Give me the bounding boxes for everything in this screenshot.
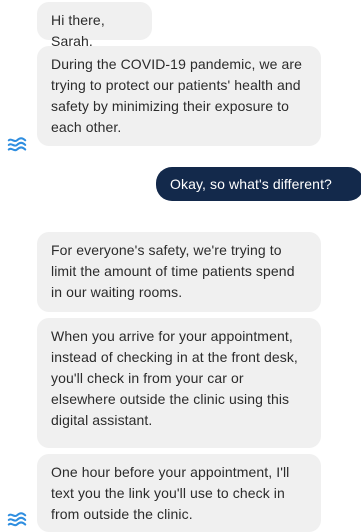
message-text: Okay, so what's different? <box>170 176 332 192</box>
bot-message-check-in-instructions: When you arrive for your appointment, in… <box>37 318 321 448</box>
message-text: During the COVID-19 pandemic, we are try… <box>51 56 303 135</box>
message-text: When you arrive for your appointment, in… <box>51 328 298 428</box>
message-text: Hi there, Sarah. <box>51 12 105 49</box>
wave-logo-icon <box>7 137 27 152</box>
message-text: For everyone's safety, we're trying to l… <box>51 242 295 300</box>
bot-message-text-link: One hour before your appointment, I'll t… <box>37 454 321 532</box>
bot-message-covid-intro: During the COVID-19 pandemic, we are try… <box>37 46 321 146</box>
bot-message-greeting: Hi there, Sarah. <box>37 2 152 49</box>
bot-message-waiting-rooms: For everyone's safety, we're trying to l… <box>37 232 321 312</box>
user-message: Okay, so what's different? <box>156 167 361 201</box>
wave-logo-icon <box>7 512 27 527</box>
message-text: One hour before your appointment, I'll t… <box>51 464 290 522</box>
chat-transcript: Hi there, Sarah. During the COVID-19 pan… <box>0 0 361 532</box>
